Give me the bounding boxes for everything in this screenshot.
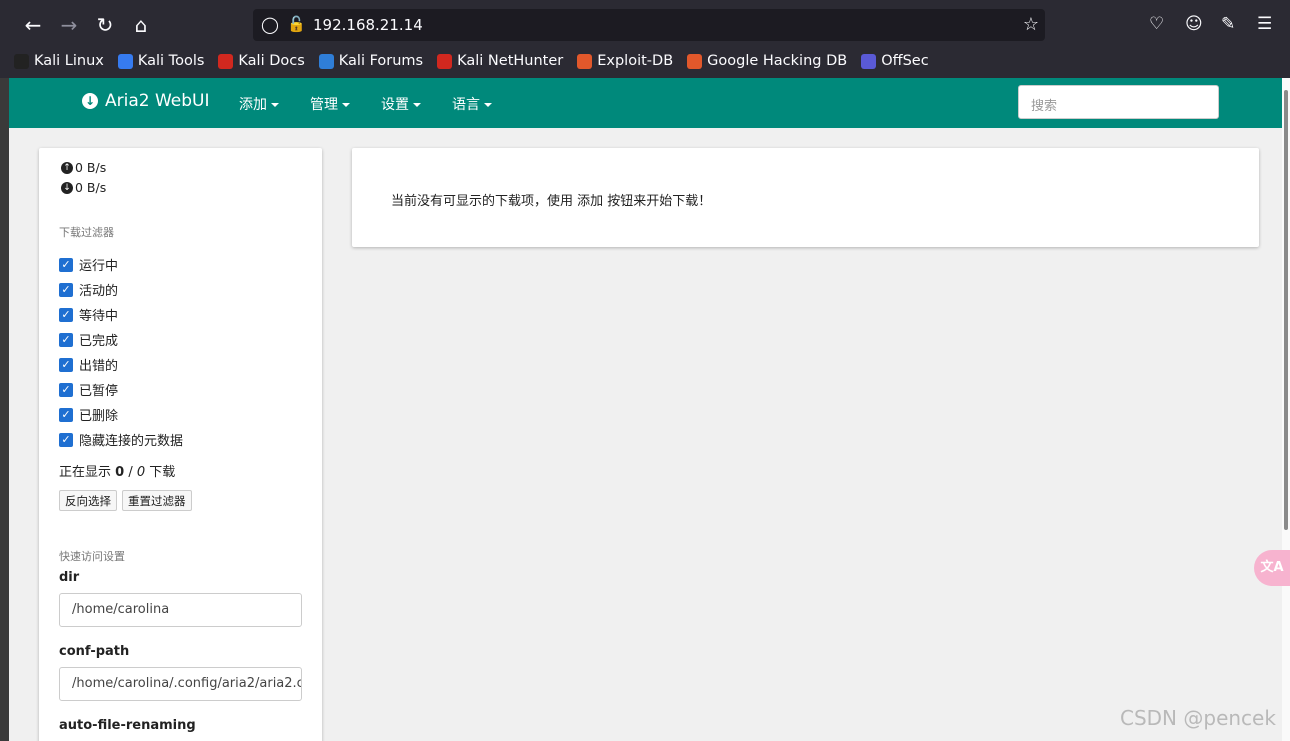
bookmark-item[interactable]: Kali Docs xyxy=(218,50,305,72)
filter-label: 活动的 xyxy=(79,284,119,299)
ghdb-icon xyxy=(687,53,703,69)
filter-checkbox-row[interactable]: ✓ 已完成 xyxy=(59,330,118,349)
brand-name: Aria2 WebUI xyxy=(105,91,210,111)
kali-tools-icon xyxy=(117,53,133,69)
tracking-protection-icon[interactable]: ◯ xyxy=(261,15,279,34)
sidebar: ↑ 0 B/s ↓ 0 B/s 下载过滤器 ✓ 运行中 ✓ 活动的 ✓ 等待中 ✓ 已完成 ✓ 出… xyxy=(39,148,322,741)
invert-selection-button[interactable]: 反向选择 xyxy=(59,490,117,511)
pocket-icon[interactable]: ♡ xyxy=(1149,14,1164,34)
exploit-db-icon xyxy=(577,53,593,69)
filter-checkbox-row[interactable]: ✓ 已删除 xyxy=(59,405,118,424)
reload-icon[interactable]: ↻ xyxy=(92,12,118,38)
translate-icon[interactable]: 文A xyxy=(1254,550,1290,586)
checkbox-checked-icon[interactable]: ✓ xyxy=(59,282,73,297)
checkbox-checked-icon[interactable]: ✓ xyxy=(59,382,73,397)
filter-checkbox-row[interactable]: ✓ 运行中 xyxy=(59,255,118,274)
reset-filters-button[interactable]: 重置过滤器 xyxy=(122,490,192,511)
checkbox-checked-icon[interactable]: ✓ xyxy=(59,307,73,322)
bookmark-item[interactable]: Kali NetHunter xyxy=(437,50,563,72)
filter-title: 下载过滤器 xyxy=(59,226,114,239)
filter-label: 出错的 xyxy=(79,359,119,374)
nethunter-icon xyxy=(437,53,453,69)
upload-arrow-icon: ↑ xyxy=(61,161,73,174)
showing-count: 正在显示 0 / 0 下载 xyxy=(59,465,176,480)
address-bar[interactable]: ◯ 🔓 192.168.21.14 ☆ xyxy=(253,9,1045,41)
kali-docs-icon xyxy=(218,53,234,69)
browser-toolbar: ← → ↻ ⌂ ◯ 🔓 192.168.21.14 ☆ ♡ ☺ ✎ ☰ Kali… xyxy=(0,0,1290,78)
filter-checkbox-row[interactable]: ✓ 活动的 xyxy=(59,280,118,299)
page-viewport: ↓ Aria2 WebUI 添加 管理 设置 语言 搜索 ↑ 0 B/s ↓ 0… xyxy=(9,78,1282,741)
menu-add[interactable]: 添加 xyxy=(239,94,279,114)
checkbox-checked-icon[interactable]: ✓ xyxy=(59,357,73,372)
bookmark-label: Exploit-DB xyxy=(597,53,674,69)
url-text[interactable]: 192.168.21.14 xyxy=(313,16,423,34)
back-icon[interactable]: ← xyxy=(20,12,46,38)
bookmark-item[interactable]: OffSec xyxy=(861,50,929,72)
bookmark-star-icon[interactable]: ☆ xyxy=(1023,14,1039,35)
scrollbar-thumb[interactable] xyxy=(1284,90,1288,530)
menu-settings[interactable]: 设置 xyxy=(381,94,421,114)
bookmark-label: Google Hacking DB xyxy=(707,53,848,69)
bookmark-item[interactable]: Google Hacking DB xyxy=(687,50,847,72)
extensions-icon[interactable]: ✎ xyxy=(1221,14,1235,34)
filter-label: 已完成 xyxy=(79,334,119,349)
kali-forums-icon xyxy=(318,53,334,69)
top-navbar: ↓ Aria2 WebUI 添加 管理 设置 语言 搜索 xyxy=(9,78,1282,128)
menu-manage[interactable]: 管理 xyxy=(310,94,350,114)
menu-language[interactable]: 语言 xyxy=(452,94,492,114)
downloads-panel: 当前没有可显示的下载项，使用 添加 按钮来开始下载！ xyxy=(352,148,1259,247)
home-icon[interactable]: ⌂ xyxy=(128,12,154,38)
forward-icon[interactable]: → xyxy=(56,12,82,38)
option-label-auto-file-renaming: auto-file-renaming xyxy=(59,718,196,733)
watermark: CSDN @pencek xyxy=(1120,706,1276,730)
bookmark-item[interactable]: Kali Linux xyxy=(14,50,104,72)
filter-checkbox-row[interactable]: ✓ 等待中 xyxy=(59,305,118,324)
menu-icon[interactable]: ☰ xyxy=(1257,14,1272,34)
filter-checkbox-row[interactable]: ✓ 出错的 xyxy=(59,355,118,374)
desktop-background xyxy=(0,78,9,741)
bookmark-label: Kali NetHunter xyxy=(457,53,564,69)
bookmark-label: Kali Tools xyxy=(137,53,205,69)
caret-down-icon xyxy=(342,103,350,107)
search-input[interactable]: 搜索 xyxy=(1018,85,1219,119)
caret-down-icon xyxy=(413,103,421,107)
upload-speed: ↑ 0 B/s xyxy=(61,160,106,175)
insecure-lock-icon[interactable]: 🔓 xyxy=(287,15,306,33)
account-icon[interactable]: ☺ xyxy=(1185,14,1203,34)
caret-down-icon xyxy=(484,103,492,107)
offsec-icon xyxy=(861,53,877,69)
bookmark-label: OffSec xyxy=(881,53,929,69)
bookmark-label: Kali Docs xyxy=(238,53,305,69)
filter-checkbox-row[interactable]: ✓ 已暂停 xyxy=(59,380,118,399)
option-label-conf-path: conf-path xyxy=(59,644,130,659)
empty-message: 当前没有可显示的下载项，使用 添加 按钮来开始下载！ xyxy=(391,194,712,209)
bookmark-item[interactable]: Kali Forums xyxy=(318,50,424,72)
checkbox-checked-icon[interactable]: ✓ xyxy=(59,432,73,447)
brand[interactable]: ↓ Aria2 WebUI xyxy=(82,91,210,111)
download-arrow-icon: ↓ xyxy=(61,181,73,194)
filter-label: 等待中 xyxy=(79,309,119,324)
kali-dragon-icon xyxy=(14,53,29,69)
filter-label: 已删除 xyxy=(79,409,119,424)
conf-path-input[interactable]: /home/carolina/.config/aria2/aria2.c xyxy=(59,667,302,701)
filter-label: 隐藏连接的元数据 xyxy=(79,434,184,449)
checkbox-checked-icon[interactable]: ✓ xyxy=(59,332,73,347)
bookmark-item[interactable]: Kali Tools xyxy=(117,50,205,72)
download-icon: ↓ xyxy=(82,93,98,109)
filter-label: 运行中 xyxy=(79,259,119,274)
bookmarks-bar: Kali Linux Kali Tools Kali Docs Kali Forums… xyxy=(14,50,929,72)
filter-checkbox-row[interactable]: ✓ 隐藏连接的元数据 xyxy=(59,430,183,449)
dir-input[interactable]: /home/carolina xyxy=(59,593,302,627)
checkbox-checked-icon[interactable]: ✓ xyxy=(59,407,73,422)
filter-label: 已暂停 xyxy=(79,384,119,399)
bookmark-label: Kali Linux xyxy=(34,53,104,69)
option-label-dir: dir xyxy=(59,570,80,585)
bookmark-label: Kali Forums xyxy=(338,53,424,69)
download-speed: ↓ 0 B/s xyxy=(61,180,106,195)
checkbox-checked-icon[interactable]: ✓ xyxy=(59,257,73,272)
caret-down-icon xyxy=(271,103,279,107)
bookmark-item[interactable]: Exploit-DB xyxy=(577,50,673,72)
quick-settings-title: 快速访问设置 xyxy=(59,550,125,563)
